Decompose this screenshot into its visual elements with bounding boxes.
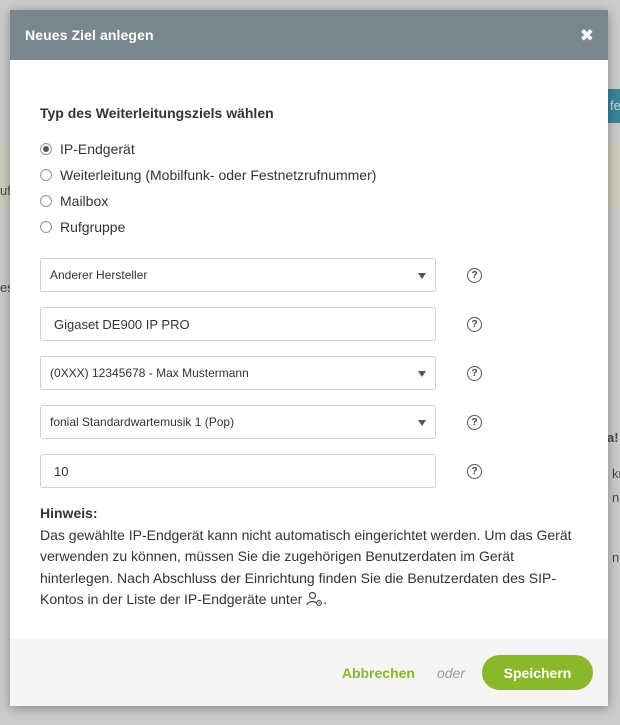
- save-button[interactable]: Speichern: [482, 655, 593, 690]
- manufacturer-row: Anderer Hersteller ?: [40, 258, 578, 292]
- hint-paragraph: Das gewählte IP-Endgerät kann nicht auto…: [40, 525, 578, 611]
- radio-label: Weiterleitung (Mobilfunk- oder Festnetzr…: [60, 167, 377, 183]
- new-target-dialog: Neues Ziel anlegen ✖ Typ des Weiterleitu…: [10, 10, 608, 706]
- radio-mailbox[interactable]: Mailbox: [40, 188, 578, 214]
- radio-label: Mailbox: [60, 193, 109, 209]
- hint-box: Hinweis: Das gewählte IP-Endgerät kann n…: [40, 503, 578, 611]
- or-separator: oder: [436, 664, 465, 681]
- manufacturer-value: Anderer Hersteller: [50, 268, 148, 282]
- device-name-row: Gigaset DE900 IP PRO ?: [40, 307, 578, 341]
- phone-number-value: (0XXX) 12345678 - Max Mustermann: [50, 366, 249, 380]
- radio-button-forwarding[interactable]: [40, 169, 52, 181]
- number-value: 10: [54, 463, 69, 479]
- chevron-down-icon: [418, 420, 426, 426]
- radio-call-group[interactable]: Rufgruppe: [40, 214, 578, 240]
- chevron-down-icon: [418, 273, 426, 279]
- hint-title: Hinweis:: [40, 505, 98, 521]
- device-name-value: Gigaset DE900 IP PRO: [54, 316, 190, 332]
- hold-music-select[interactable]: fonial Standardwartemusik 1 (Pop): [40, 405, 436, 439]
- radio-label: IP-Endgerät: [60, 141, 135, 157]
- number-row: 10 ?: [40, 454, 578, 488]
- hint-end: .: [323, 591, 328, 607]
- radio-button-call-group[interactable]: [40, 221, 52, 233]
- dialog-footer: Abbrechen oder Speichern: [10, 639, 608, 706]
- radio-button-ip-device[interactable]: [40, 143, 52, 155]
- cancel-button[interactable]: Abbrechen: [342, 665, 415, 681]
- radio-button-mailbox[interactable]: [40, 195, 52, 207]
- target-type-radio-group: IP-Endgerät Weiterleitung (Mobilfunk- od…: [40, 136, 578, 240]
- radio-forwarding[interactable]: Weiterleitung (Mobilfunk- oder Festnetzr…: [40, 162, 578, 188]
- radio-label: Rufgruppe: [60, 219, 126, 235]
- phone-number-row: (0XXX) 12345678 - Max Mustermann ?: [40, 356, 578, 390]
- chevron-down-icon: [418, 371, 426, 377]
- section-heading: Typ des Weiterleitungsziels wählen: [40, 105, 274, 121]
- dialog-body: Typ des Weiterleitungsziels wählen IP-En…: [10, 105, 608, 611]
- help-icon[interactable]: ?: [467, 414, 482, 430]
- user-settings-icon: [306, 591, 323, 606]
- help-icon[interactable]: ?: [467, 365, 482, 381]
- number-input[interactable]: 10: [40, 454, 436, 488]
- help-icon[interactable]: ?: [467, 316, 482, 332]
- dialog-title: Neues Ziel anlegen: [25, 27, 154, 43]
- hold-music-row: fonial Standardwartemusik 1 (Pop) ?: [40, 405, 578, 439]
- manufacturer-select[interactable]: Anderer Hersteller: [40, 258, 436, 292]
- device-name-input[interactable]: Gigaset DE900 IP PRO: [40, 307, 436, 341]
- help-icon[interactable]: ?: [467, 267, 482, 283]
- phone-number-select[interactable]: (0XXX) 12345678 - Max Mustermann: [40, 356, 436, 390]
- help-icon[interactable]: ?: [467, 463, 482, 479]
- radio-ip-device[interactable]: IP-Endgerät: [40, 136, 578, 162]
- dialog-header: Neues Ziel anlegen ✖: [10, 10, 608, 60]
- close-icon[interactable]: ✖: [580, 27, 594, 44]
- hold-music-value: fonial Standardwartemusik 1 (Pop): [50, 415, 235, 429]
